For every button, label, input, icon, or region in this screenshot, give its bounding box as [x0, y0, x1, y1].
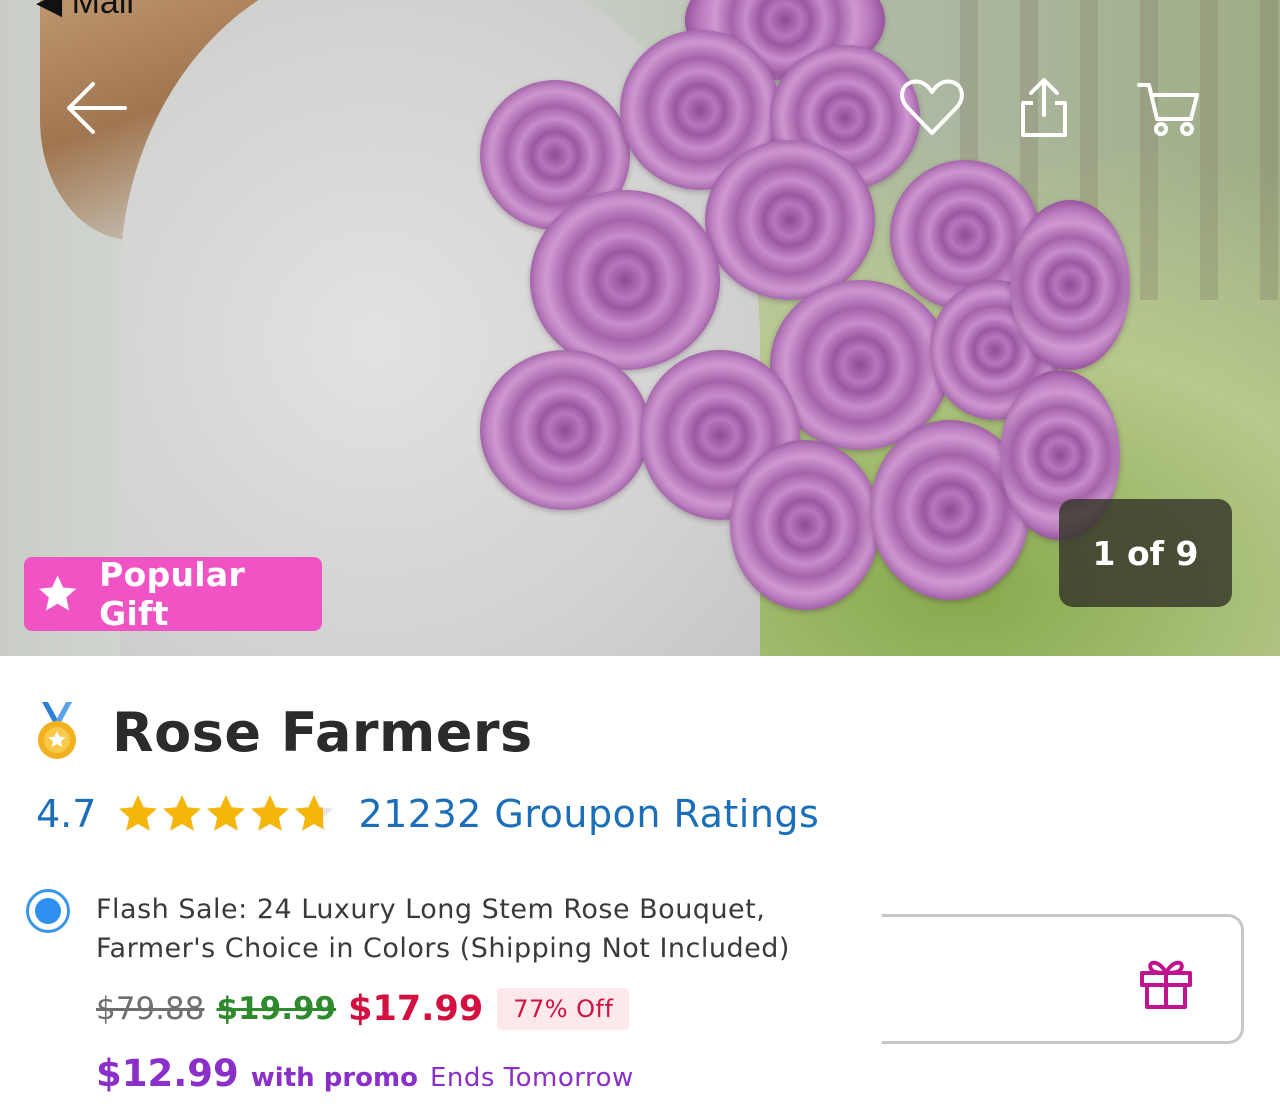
status-bar-back-label[interactable]: ◀ Mail [36, 0, 134, 22]
option-title[interactable]: Flash Sale: 24 Luxury Long Stem Rose Bou… [96, 890, 856, 968]
merchant-name[interactable]: Rose Farmers [112, 701, 533, 764]
arrow-left-icon [67, 82, 127, 134]
rating-value: 4.7 [36, 792, 97, 836]
sale-price: $17.99 [348, 989, 484, 1029]
image-counter: 1 of 9 [1059, 499, 1232, 607]
star-full-icon [251, 795, 290, 831]
merchant-header: Rose Farmers [36, 700, 533, 764]
promo-label: with promo [250, 1063, 418, 1093]
popular-gift-badge: Popular Gift [24, 555, 322, 633]
ratings-count-link[interactable]: 21232 Groupon Ratings [358, 792, 819, 836]
discount-badge: 77% Off [497, 988, 630, 1030]
cart-icon [1137, 83, 1199, 136]
star-rating [116, 792, 336, 836]
share-icon [1021, 78, 1067, 137]
favorite-button[interactable] [894, 70, 970, 146]
medal-icon [38, 702, 76, 759]
original-price: $79.88 [96, 991, 205, 1027]
previous-price: $19.99 [216, 991, 337, 1027]
option-radio[interactable] [26, 889, 70, 933]
star-full-icon [163, 795, 202, 831]
radio-selected-dot [35, 898, 61, 924]
rating-row[interactable]: 4.7 21232 Groupon Ratings [36, 786, 819, 842]
star-full-icon [119, 795, 158, 831]
gift-icon [1140, 960, 1192, 1009]
price-row: $79.88 $19.99 $17.99 77% Off [96, 984, 630, 1034]
star-full-icon [207, 795, 246, 831]
promo-price: $12.99 [96, 1052, 239, 1095]
back-button[interactable] [58, 70, 134, 146]
heart-icon [900, 79, 964, 135]
promo-row: $12.99 with promo Ends Tomorrow [96, 1052, 634, 1104]
star-partial-icon [295, 795, 334, 831]
gift-option-card[interactable] [882, 914, 1244, 1044]
share-button[interactable] [1006, 70, 1082, 146]
star-icon [38, 575, 77, 611]
promo-ends: Ends Tomorrow [429, 1063, 634, 1093]
cart-button[interactable] [1130, 70, 1206, 146]
product-image-gallery[interactable]: ◀ Mail Popular Gift 1 of 9 [0, 0, 1280, 656]
popular-gift-label: Popular Gift [99, 555, 246, 633]
